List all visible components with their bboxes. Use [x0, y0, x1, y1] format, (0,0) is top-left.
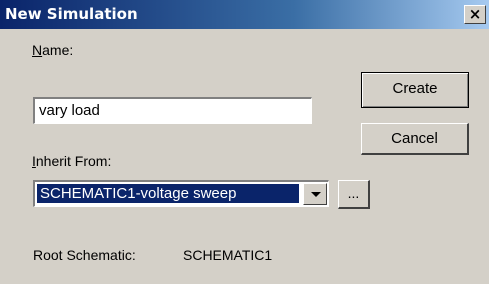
name-input[interactable]: vary load [33, 97, 312, 124]
root-schematic-value: SCHEMATIC1 [183, 247, 273, 263]
browse-button[interactable]: ... [338, 180, 370, 209]
inherit-from-select[interactable]: SCHEMATIC1-voltage sweep [33, 180, 329, 207]
title-bar: New Simulation × [0, 0, 489, 29]
close-button[interactable]: × [464, 5, 486, 24]
create-button[interactable]: Create [361, 72, 469, 108]
window-title: New Simulation [5, 5, 138, 23]
root-schematic-label: Root Schematic: [33, 247, 136, 263]
close-icon: × [468, 5, 482, 23]
inherit-from-selected-value: SCHEMATIC1-voltage sweep [37, 184, 299, 203]
name-label: Name: [32, 42, 74, 58]
inherit-from-label: Inherit From: [32, 153, 112, 169]
chevron-down-icon[interactable] [303, 183, 327, 205]
cancel-button[interactable]: Cancel [361, 123, 469, 155]
